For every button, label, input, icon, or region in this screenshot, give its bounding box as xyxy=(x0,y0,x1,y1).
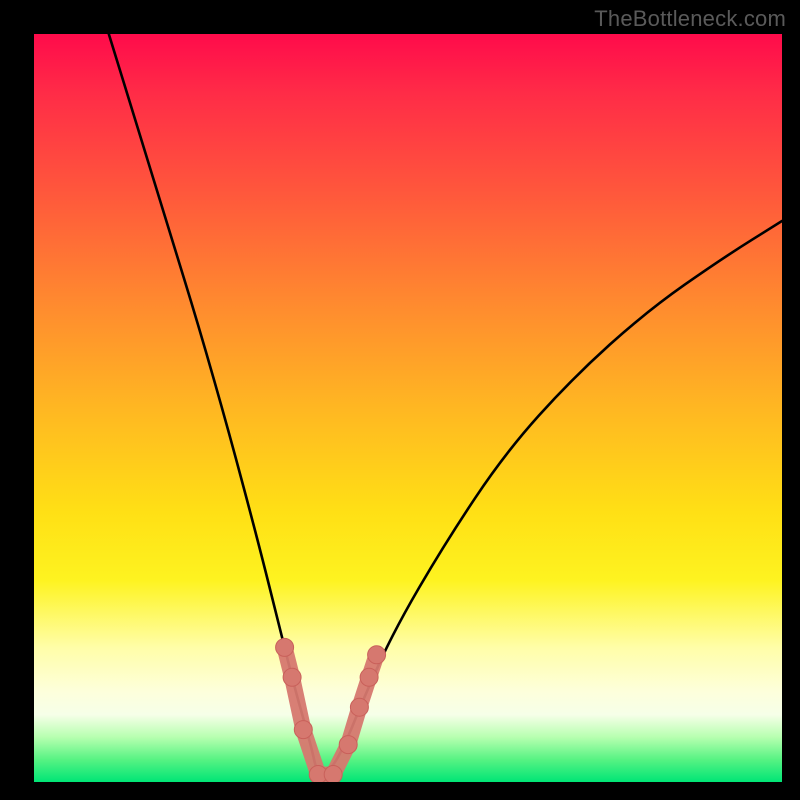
plot-area xyxy=(34,34,782,782)
marker-dot xyxy=(294,721,312,739)
marker-dot xyxy=(324,766,342,783)
marker-dot xyxy=(283,668,301,686)
chart-frame: TheBottleneck.com xyxy=(0,0,800,800)
bottleneck-curve xyxy=(109,34,782,774)
marker-dot xyxy=(360,668,378,686)
marker-dot xyxy=(339,736,357,754)
watermark-text: TheBottleneck.com xyxy=(594,6,786,32)
highlight-markers xyxy=(276,638,386,782)
marker-dot xyxy=(350,698,368,716)
marker-dot xyxy=(276,638,294,656)
chart-svg xyxy=(34,34,782,782)
marker-dot xyxy=(368,646,386,664)
